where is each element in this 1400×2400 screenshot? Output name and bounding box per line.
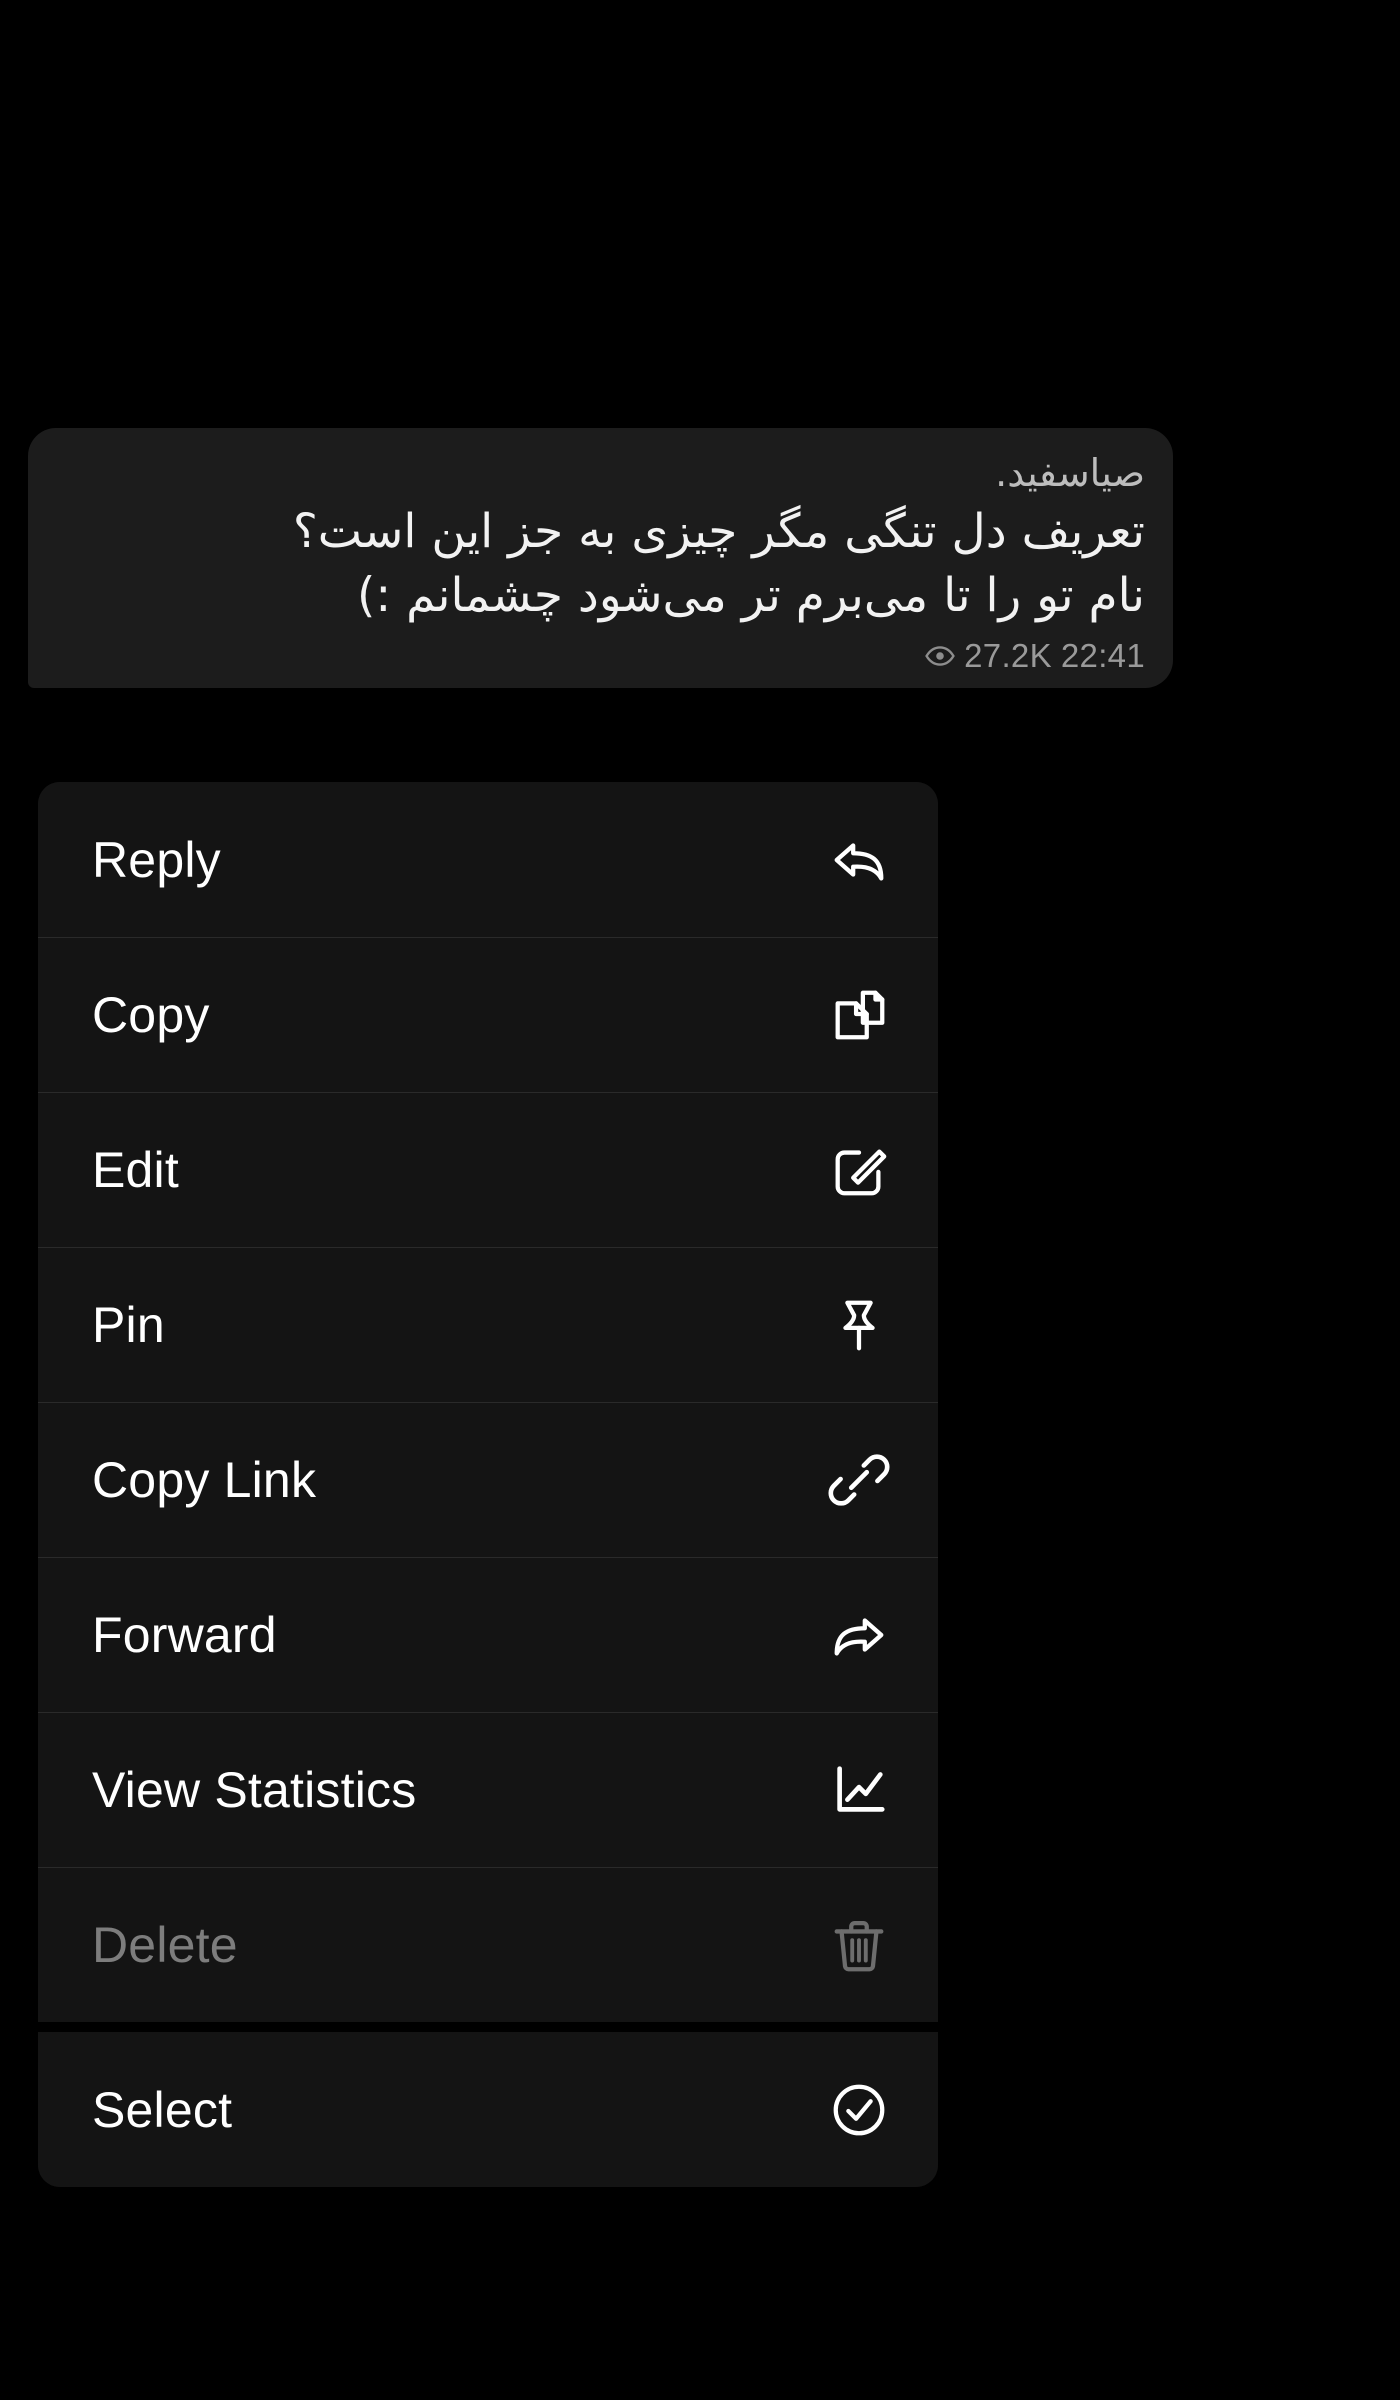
menu-item-forward[interactable]: Forward	[38, 1557, 938, 1712]
edit-icon	[828, 1139, 890, 1201]
message-signature: صیاسفید.	[995, 451, 1145, 495]
message-bubble[interactable]: صیاسفید. تعریف دل تنگی مگر چیزی به جز ای…	[28, 428, 1173, 689]
pin-icon	[828, 1294, 890, 1356]
reply-icon	[828, 829, 890, 891]
message-timestamp: 22:41	[1060, 637, 1145, 675]
menu-group-secondary: Select	[38, 2032, 938, 2187]
menu-item-view-statistics[interactable]: View Statistics	[38, 1712, 938, 1867]
chat-screen: صیاسفید. تعریف دل تنگی مگر چیزی به جز ای…	[0, 0, 1400, 2400]
forward-icon	[828, 1604, 890, 1666]
menu-item-label: Reply	[92, 831, 221, 888]
menu-item-delete[interactable]: Delete	[38, 1867, 938, 2022]
link-icon	[828, 1449, 890, 1511]
menu-item-reply[interactable]: Reply	[38, 782, 938, 937]
menu-item-pin[interactable]: Pin	[38, 1247, 938, 1402]
menu-item-label: Copy	[92, 986, 210, 1043]
menu-item-copy[interactable]: Copy	[38, 937, 938, 1092]
menu-item-label: Pin	[92, 1296, 165, 1353]
message-context-menu[interactable]: Reply Copy Edit Pin Copy Link Forward Vi…	[38, 782, 938, 2187]
menu-item-label: Select	[92, 2081, 233, 2138]
menu-item-label: Copy Link	[92, 1451, 317, 1508]
menu-item-label: View Statistics	[92, 1761, 417, 1818]
menu-item-label: Delete	[92, 1916, 238, 1973]
menu-item-copy-link[interactable]: Copy Link	[38, 1402, 938, 1557]
menu-group-separator	[38, 2022, 938, 2032]
view-count: 27.2K	[964, 637, 1052, 675]
eye-icon	[925, 645, 955, 667]
check-circle-icon	[828, 2079, 890, 2141]
menu-item-edit[interactable]: Edit	[38, 1092, 938, 1247]
menu-item-label: Forward	[92, 1606, 277, 1663]
message-body-text: تعریف دل تنگی مگر چیزی به جز این است؟ نا…	[292, 503, 1145, 624]
trash-icon	[828, 1914, 890, 1976]
menu-group-primary: Reply Copy Edit Pin Copy Link Forward Vi…	[38, 782, 938, 2022]
chart-icon	[828, 1759, 890, 1821]
message-meta: 27.2K 22:41	[56, 639, 1145, 672]
menu-item-select[interactable]: Select	[38, 2032, 938, 2187]
menu-item-label: Edit	[92, 1141, 179, 1198]
copy-icon	[828, 984, 890, 1046]
